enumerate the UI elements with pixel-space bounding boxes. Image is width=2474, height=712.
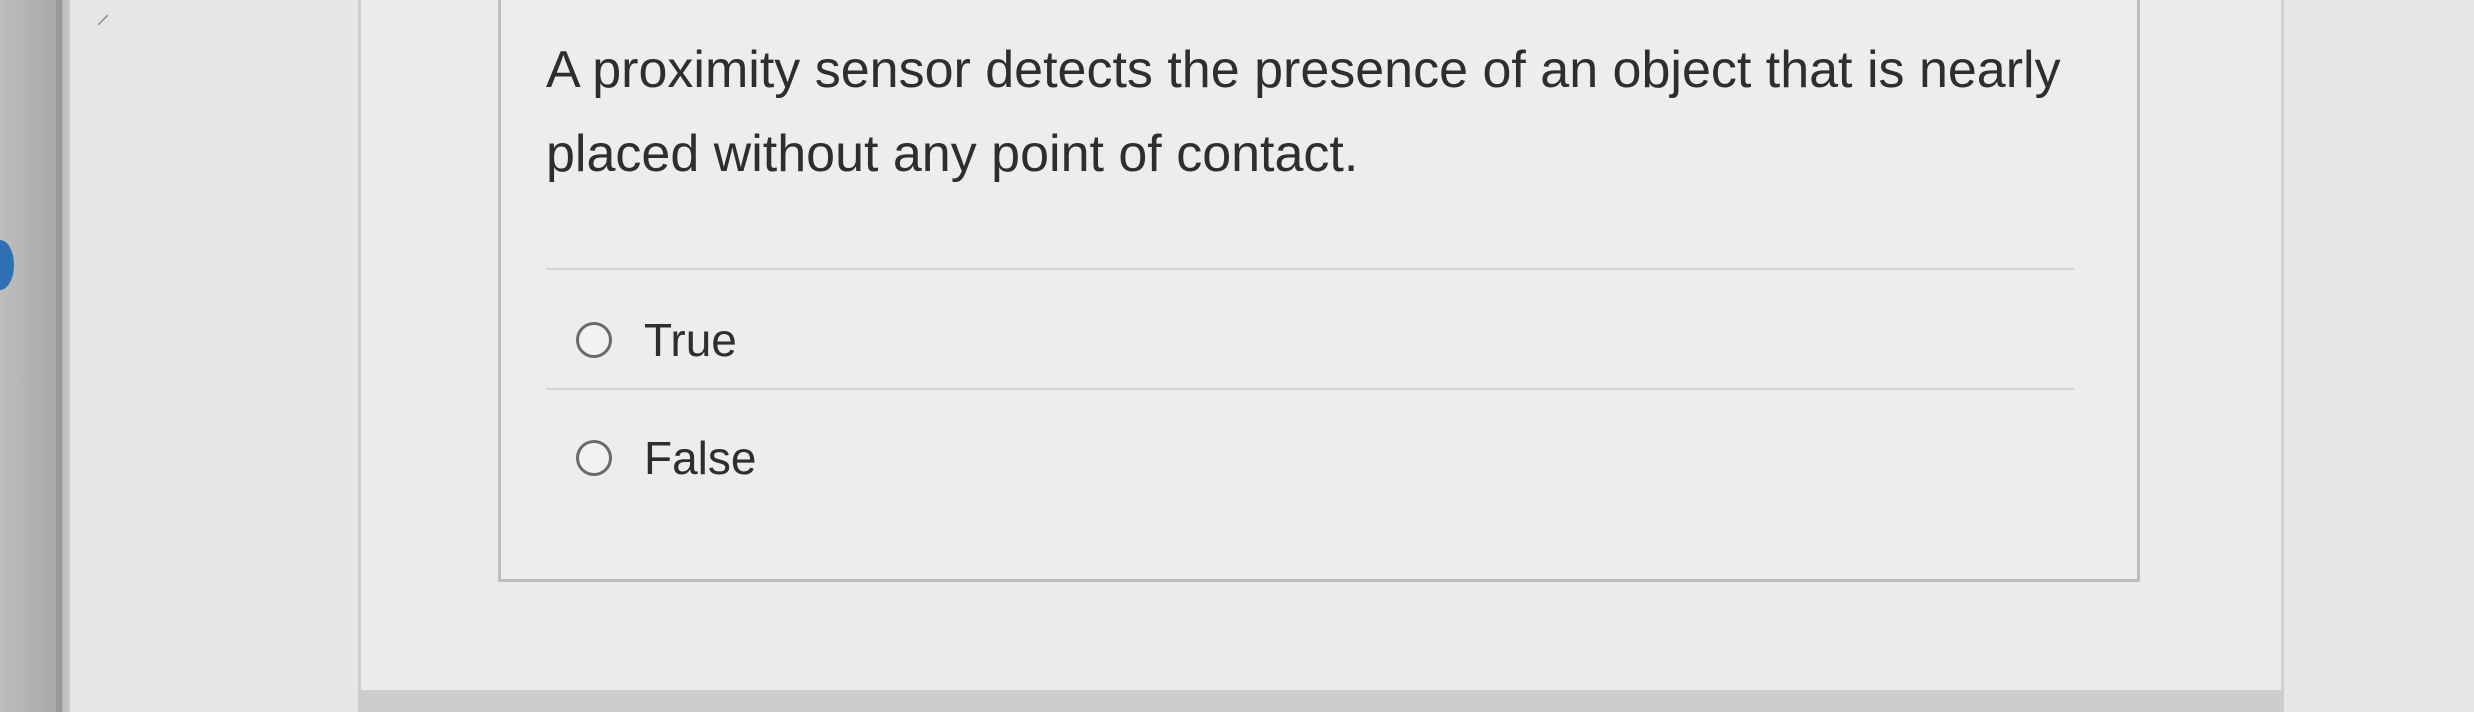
option-true[interactable]: True (576, 310, 737, 370)
option-false[interactable]: False (576, 428, 756, 488)
divider (546, 388, 2074, 390)
divider (546, 268, 2074, 270)
option-label[interactable]: False (644, 431, 756, 485)
cursor-mark: ⸝ (96, 0, 111, 29)
left-panel-edge (56, 0, 62, 712)
option-label[interactable]: True (644, 313, 737, 367)
radio-unselected-icon[interactable] (576, 322, 612, 358)
radio-unselected-icon[interactable] (576, 440, 612, 476)
question-container-footer (358, 690, 2284, 712)
question-text: A proximity sensor detects the presence … (546, 41, 2061, 183)
